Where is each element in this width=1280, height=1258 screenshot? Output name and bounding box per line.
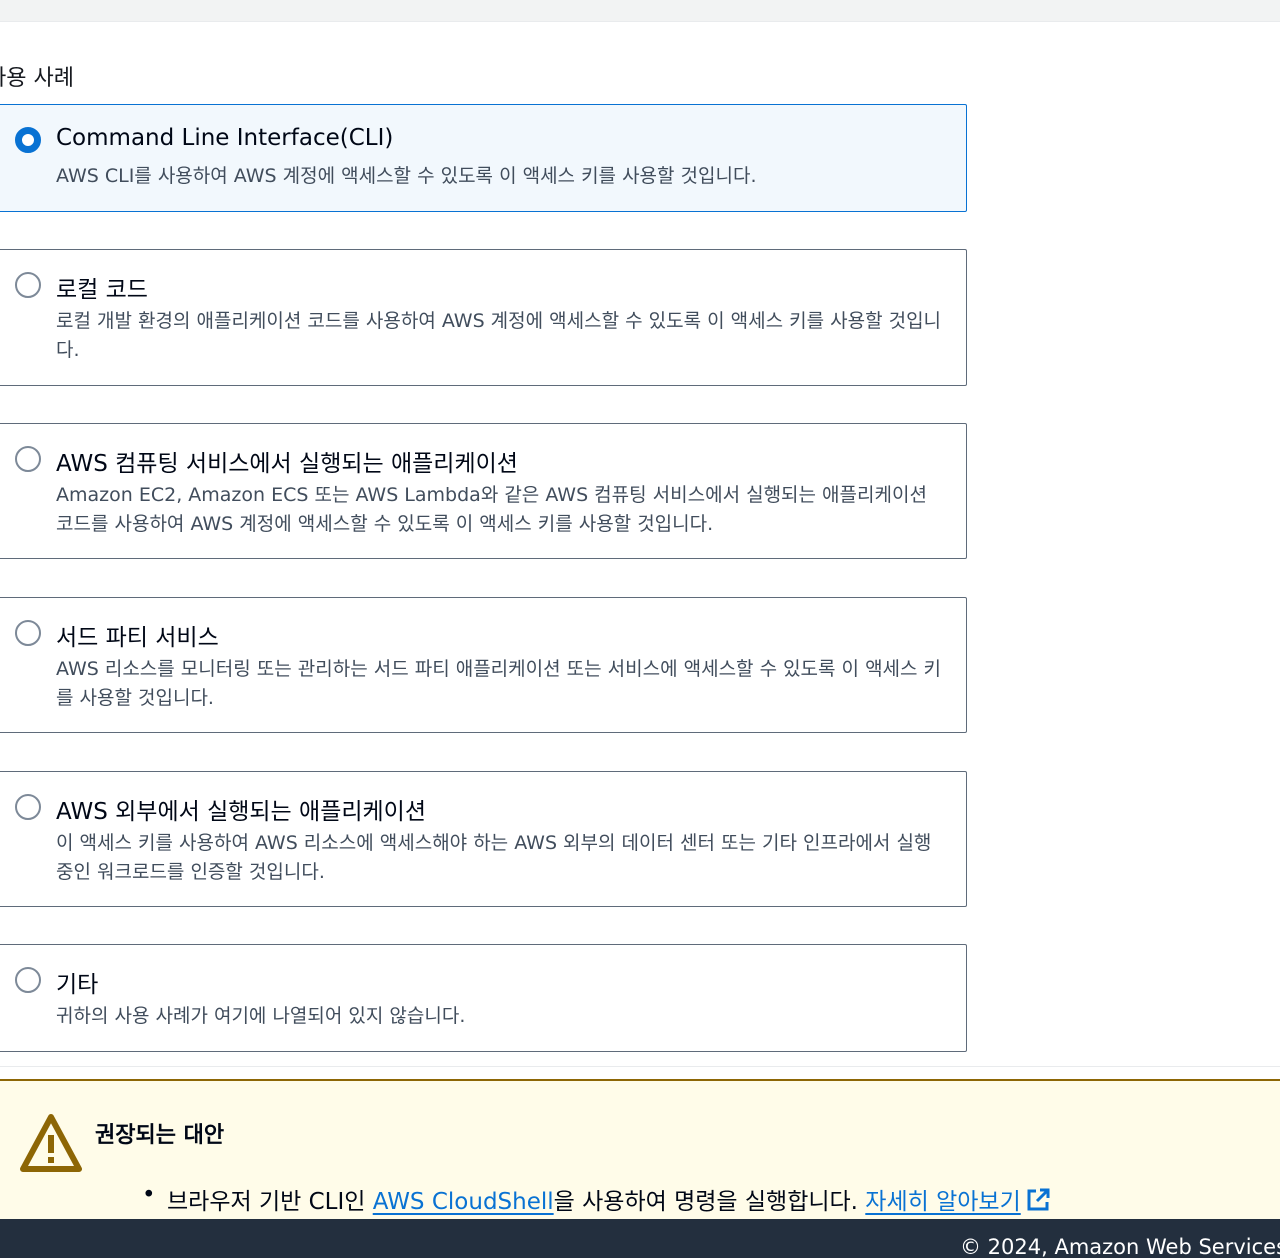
footer-bar: © 2024, Amazon Web Services, I [0,1219,1280,1258]
option-local-code[interactable]: 로컬 코드 로컬 개발 환경의 애플리케이션 코드를 사용하여 AWS 계정에 … [0,249,967,386]
option-description: 귀하의 사용 사례가 여기에 나열되어 있지 않습니다. [56,1005,466,1027]
radio-button-local-code[interactable] [15,272,41,298]
radio-button-third-party[interactable] [15,620,41,646]
alert-item-prefix: 브라우저 기반 CLI인 [167,1189,373,1215]
learn-more-link[interactable]: 자세히 알아보기 [865,1189,1020,1215]
cloudshell-link[interactable]: AWS CloudShell [373,1189,554,1215]
option-title: AWS 컴퓨팅 서비스에서 실행되는 애플리케이션 [56,451,518,477]
alert-title: 권장되는 대안 [95,1123,225,1148]
option-title: 서드 파티 서비스 [56,625,219,651]
radio-button-aws-compute[interactable] [15,446,41,472]
alert-item-suffix: 을 사용하여 명령을 실행합니다. [553,1189,866,1215]
option-outside-aws[interactable]: AWS 외부에서 실행되는 애플리케이션 이 액세스 키를 사용하여 AWS 리… [0,771,967,907]
option-description: 이 액세스 키를 사용하여 AWS 리소스에 액세스해야 하는 AWS 외부의 … [56,832,932,883]
radio-button-outside-aws[interactable] [15,794,41,820]
option-title: 로컬 코드 [56,277,148,303]
radio-button-cli[interactable] [15,127,41,153]
option-cli[interactable]: Command Line Interface(CLI) AWS CLI를 사용하… [0,104,967,212]
option-third-party[interactable]: 서드 파티 서비스 AWS 리소스를 모니터링 또는 관리하는 서드 파티 애플… [0,597,967,733]
option-title: 기타 [56,972,99,998]
option-other[interactable]: 기타 귀하의 사용 사례가 여기에 나열되어 있지 않습니다. [0,944,967,1052]
option-description: AWS 리소스를 모니터링 또는 관리하는 서드 파티 애플리케이션 또는 서비… [56,658,942,709]
option-title: Command Line Interface(CLI) [56,125,394,151]
alert-list-item: 브라우저 기반 CLI인 AWS CloudShell을 사용하여 명령을 실행… [142,1182,1051,1216]
external-link-icon[interactable] [1025,1187,1051,1213]
option-description: 로컬 개발 환경의 애플리케이션 코드를 사용하여 AWS 계정에 액세스할 수… [56,310,942,361]
copyright-text: © 2024, Amazon Web Services, I [960,1235,1280,1258]
section-title: 사용 사례 [0,66,74,91]
top-bar [0,0,1280,22]
option-description: AWS CLI를 사용하여 AWS 계정에 액세스할 수 있도록 이 액세스 키… [56,165,757,187]
recommended-alternative-alert: 권장되는 대안 브라우저 기반 CLI인 AWS CloudShell을 사용하… [0,1079,1280,1219]
option-title: AWS 외부에서 실행되는 애플리케이션 [56,799,426,825]
option-description: Amazon EC2, Amazon ECS 또는 AWS Lambda와 같은… [56,484,927,535]
radio-button-other[interactable] [15,967,41,993]
divider [0,1066,1280,1067]
warning-icon [20,1114,82,1172]
option-aws-compute[interactable]: AWS 컴퓨팅 서비스에서 실행되는 애플리케이션 Amazon EC2, Am… [0,423,967,559]
